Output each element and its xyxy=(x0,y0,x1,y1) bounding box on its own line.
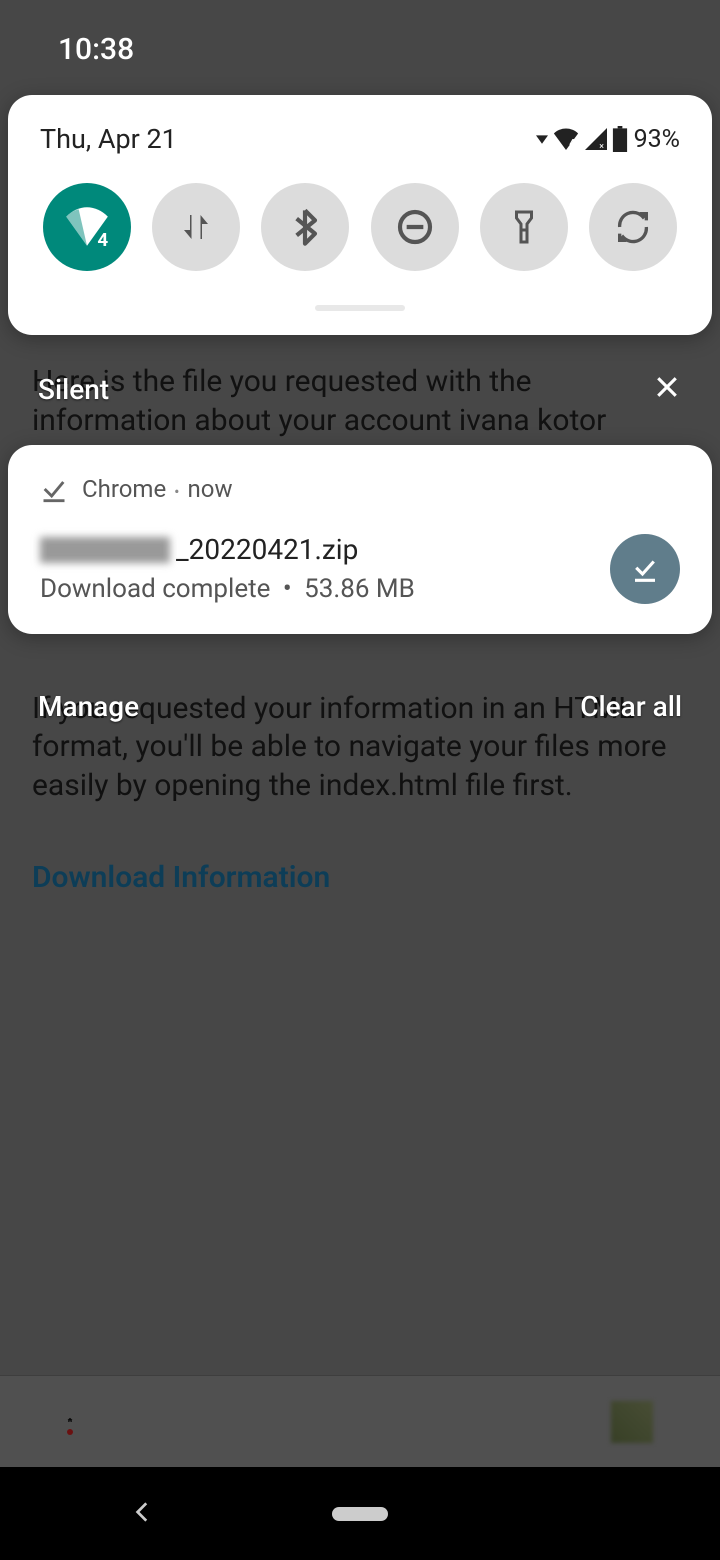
system-home-pill[interactable] xyxy=(332,1507,388,1521)
svg-text:×: × xyxy=(599,142,604,150)
qs-auto-rotate-toggle[interactable] xyxy=(589,183,677,271)
data-arrows-icon xyxy=(178,209,214,245)
notification-app-name: Chrome xyxy=(82,475,166,503)
notification-time: now xyxy=(188,475,233,503)
dnd-icon xyxy=(395,207,435,247)
open-download-button[interactable] xyxy=(610,534,680,604)
system-navigation-bar xyxy=(0,1467,720,1560)
qs-dnd-toggle[interactable] xyxy=(371,183,459,271)
wifi-icon: 4 xyxy=(552,128,580,150)
notification-status-line: Download complete • 53.86 MB xyxy=(40,574,590,604)
svg-text:4: 4 xyxy=(569,139,575,150)
manage-button[interactable]: Manage xyxy=(38,690,139,723)
qs-flashlight-toggle[interactable] xyxy=(480,183,568,271)
qs-toggle-row: 4 xyxy=(8,183,712,271)
notification-filename: _20220421.zip xyxy=(40,533,590,566)
qs-mobile-data-toggle[interactable] xyxy=(152,183,240,271)
wifi-icon: 4 xyxy=(62,202,112,252)
qs-bluetooth-toggle[interactable] xyxy=(261,183,349,271)
status-bar-time: 10:38 xyxy=(58,32,134,67)
close-icon xyxy=(652,372,682,402)
qs-drag-handle[interactable] xyxy=(315,305,405,311)
system-back-button[interactable] xyxy=(130,1499,156,1529)
chevron-left-icon xyxy=(130,1499,156,1525)
notification-section-header: Silent xyxy=(8,372,712,406)
qs-status-icons: 4 × 93% xyxy=(536,125,680,154)
dismiss-section-button[interactable] xyxy=(652,372,682,406)
battery-icon xyxy=(612,126,628,152)
notification-size: 53.86 MB xyxy=(304,574,415,604)
cellular-icon: × xyxy=(584,128,608,150)
download-notification[interactable]: Chrome • now _20220421.zip Download comp… xyxy=(8,445,712,634)
triangle-down-icon xyxy=(536,133,548,145)
clear-all-button[interactable]: Clear all xyxy=(580,690,682,723)
notification-text: _20220421.zip Download complete • 53.86 … xyxy=(40,533,590,604)
flashlight-icon xyxy=(506,209,542,245)
quick-settings-panel: Thu, Apr 21 4 × 93% 4 xyxy=(8,95,712,335)
redacted-filename-prefix xyxy=(40,537,170,563)
qs-date: Thu, Apr 21 xyxy=(40,123,177,155)
svg-text:4: 4 xyxy=(97,229,108,251)
qs-wifi-toggle[interactable]: 4 xyxy=(43,183,131,271)
notification-body: _20220421.zip Download complete • 53.86 … xyxy=(40,533,680,604)
bluetooth-icon xyxy=(285,207,325,247)
silent-label: Silent xyxy=(38,373,109,406)
notification-header: Chrome • now xyxy=(40,475,680,503)
download-check-icon xyxy=(40,475,68,503)
battery-percentage: 93% xyxy=(634,125,680,154)
shade-action-row: Manage Clear all xyxy=(8,690,712,723)
rotate-icon xyxy=(613,207,653,247)
check-underline-icon xyxy=(630,554,660,584)
notification-app-line: Chrome • now xyxy=(82,475,233,503)
qs-header: Thu, Apr 21 4 × 93% xyxy=(8,123,712,183)
notification-status: Download complete xyxy=(40,574,270,604)
